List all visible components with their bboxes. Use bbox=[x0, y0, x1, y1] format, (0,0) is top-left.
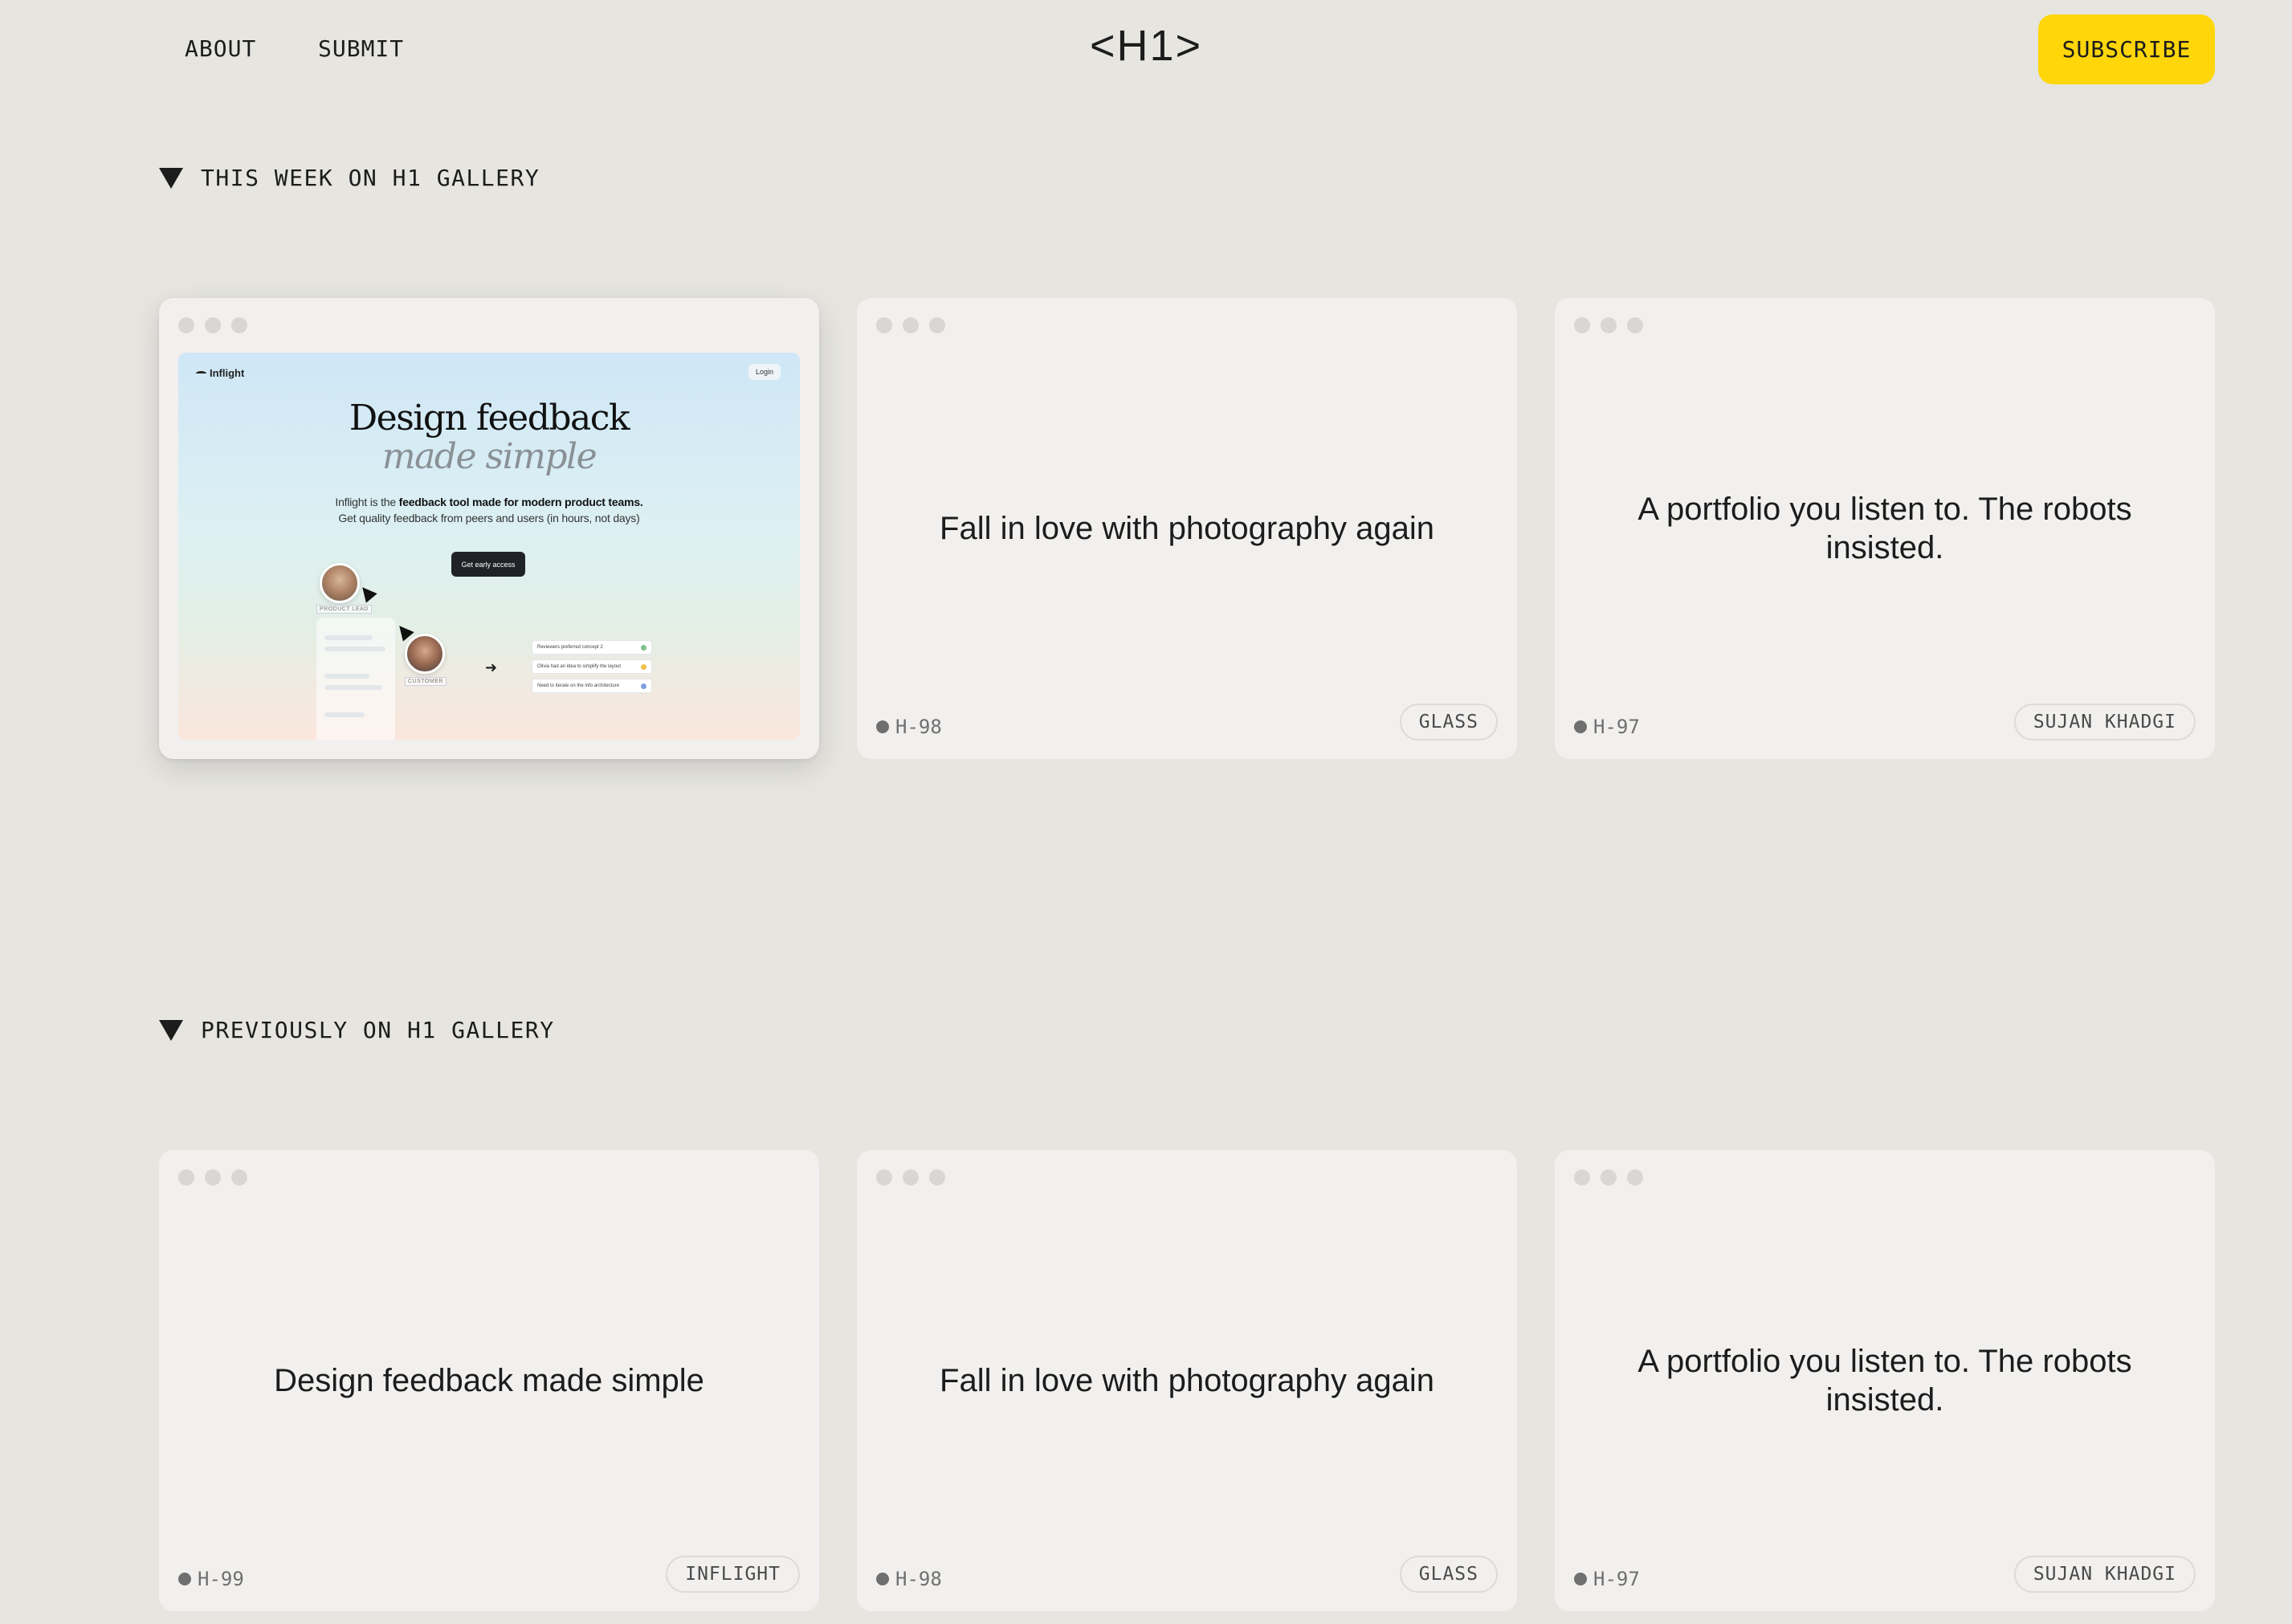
card-id: H-98 bbox=[876, 716, 942, 738]
card-author-tag[interactable]: GLASS bbox=[1399, 1556, 1498, 1593]
card-title: Design feedback made simple bbox=[274, 1363, 704, 1398]
card-id: H-98 bbox=[876, 1568, 942, 1590]
bird-icon bbox=[196, 370, 206, 376]
feedback-item-text: Olivia had an idea to simplify the layou… bbox=[537, 664, 622, 669]
id-dot-icon bbox=[1574, 720, 1587, 733]
cursor-icon bbox=[357, 582, 377, 603]
preview-feedback-list: Reviewers preferred concept 2 Olivia had… bbox=[532, 640, 652, 693]
arrow-right-icon: ➜ bbox=[485, 659, 498, 675]
feedback-item: Reviewers preferred concept 2 bbox=[532, 640, 652, 655]
card-id-text: H-98 bbox=[895, 1568, 942, 1590]
preview-headline-italic: made simple bbox=[381, 436, 597, 477]
preview-login-button: Login bbox=[748, 364, 781, 380]
preview-sub-bold: feedback tool made for modern product te… bbox=[398, 496, 643, 508]
card-id-text: H-99 bbox=[198, 1568, 244, 1590]
site-header: ABOUT SUBMIT <H1> SUBSCRIBE bbox=[0, 0, 2292, 100]
section-heading-this-week[interactable]: THIS WEEK ON H1 GALLERY bbox=[159, 165, 540, 191]
window-dot bbox=[1574, 317, 1590, 333]
card-id-text: H-98 bbox=[895, 716, 942, 738]
card-title: A portfolio you listen to. The robots in… bbox=[1637, 1344, 2132, 1418]
role-label: PRODUCT LEAD bbox=[316, 605, 372, 614]
feedback-item-text: Reviewers preferred concept 2 bbox=[537, 645, 603, 650]
card-title: Fall in love with photography again bbox=[940, 511, 1434, 546]
id-dot-icon bbox=[876, 720, 889, 733]
status-dot bbox=[641, 663, 646, 670]
section-heading-previously[interactable]: PREVIOUSLY ON H1 GALLERY bbox=[159, 1017, 555, 1043]
status-dot bbox=[641, 644, 646, 651]
panel-line bbox=[324, 635, 373, 640]
window-dot bbox=[1574, 1169, 1590, 1185]
triangle-down-icon bbox=[159, 1019, 183, 1041]
preview-sub-prefix: Inflight is the bbox=[335, 496, 399, 508]
gallery-card[interactable]: Fall in love with photography again H-98… bbox=[857, 1150, 1517, 1611]
feedback-item-text: Need to iterate on the info architecture bbox=[537, 683, 620, 688]
gallery-card[interactable]: Design feedback made simple H-99 INFLIGH… bbox=[159, 1150, 819, 1611]
feedback-item: Need to iterate on the info architecture bbox=[532, 679, 652, 693]
window-dot bbox=[876, 317, 892, 333]
preview-subtitle-line-2: Get quality feedback from peers and user… bbox=[338, 512, 640, 524]
site-logo[interactable]: <H1> bbox=[0, 21, 2292, 71]
preview-headline: Design feedback bbox=[349, 398, 630, 439]
card-author-tag[interactable]: GLASS bbox=[1399, 704, 1498, 741]
id-dot-icon bbox=[178, 1573, 191, 1585]
window-dot bbox=[231, 317, 247, 333]
status-dot bbox=[641, 683, 646, 689]
role-label: CUSTOMER bbox=[405, 677, 447, 686]
card-id: H-99 bbox=[178, 1568, 244, 1590]
avatar-product-lead bbox=[320, 563, 360, 603]
card-id-text: H-97 bbox=[1593, 716, 1640, 738]
gallery-card-featured[interactable]: Inflight Login Design feedback made simp… bbox=[159, 298, 819, 759]
triangle-down-icon bbox=[159, 167, 183, 189]
gallery-card[interactable]: Fall in love with photography again H-98… bbox=[857, 298, 1517, 759]
id-dot-icon bbox=[876, 1573, 889, 1585]
feedback-item: Olivia had an idea to simplify the layou… bbox=[532, 659, 652, 674]
window-dot bbox=[876, 1169, 892, 1185]
preview-brand-text: Inflight bbox=[210, 367, 245, 379]
window-dot bbox=[205, 317, 221, 333]
window-dot bbox=[178, 1169, 194, 1185]
gallery-card[interactable]: A portfolio you listen to. The robots in… bbox=[1555, 298, 2215, 759]
section-title: THIS WEEK ON H1 GALLERY bbox=[201, 165, 540, 191]
window-dot bbox=[178, 317, 194, 333]
card-author-tag[interactable]: INFLIGHT bbox=[666, 1556, 800, 1593]
card-author-tag[interactable]: SUJAN KHADGI bbox=[2013, 704, 2196, 741]
panel-line bbox=[324, 647, 385, 651]
avatar-customer bbox=[405, 634, 445, 674]
window-dots bbox=[178, 317, 247, 333]
preview-cta-button: Get early access bbox=[451, 552, 525, 577]
site-preview-thumbnail[interactable]: Inflight Login Design feedback made simp… bbox=[178, 353, 800, 740]
card-title: A portfolio you listen to. The robots in… bbox=[1637, 492, 2132, 565]
section-title: PREVIOUSLY ON H1 GALLERY bbox=[201, 1017, 555, 1043]
subscribe-button[interactable]: SUBSCRIBE bbox=[2038, 14, 2215, 84]
preview-brand: Inflight bbox=[196, 367, 244, 379]
id-dot-icon bbox=[1574, 1573, 1587, 1585]
gallery-card[interactable]: A portfolio you listen to. The robots in… bbox=[1555, 1150, 2215, 1611]
panel-line bbox=[324, 712, 365, 717]
card-id-text: H-97 bbox=[1593, 1568, 1640, 1590]
card-id: H-97 bbox=[1574, 716, 1640, 738]
panel-line bbox=[324, 674, 369, 679]
panel-line bbox=[324, 685, 382, 690]
preview-panel bbox=[316, 618, 395, 740]
card-author-tag[interactable]: SUJAN KHADGI bbox=[2013, 1556, 2196, 1593]
preview-subtitle-line-1: Inflight is the feedback tool made for m… bbox=[178, 496, 800, 508]
card-title: Fall in love with photography again bbox=[940, 1363, 1434, 1398]
card-id: H-97 bbox=[1574, 1568, 1640, 1590]
